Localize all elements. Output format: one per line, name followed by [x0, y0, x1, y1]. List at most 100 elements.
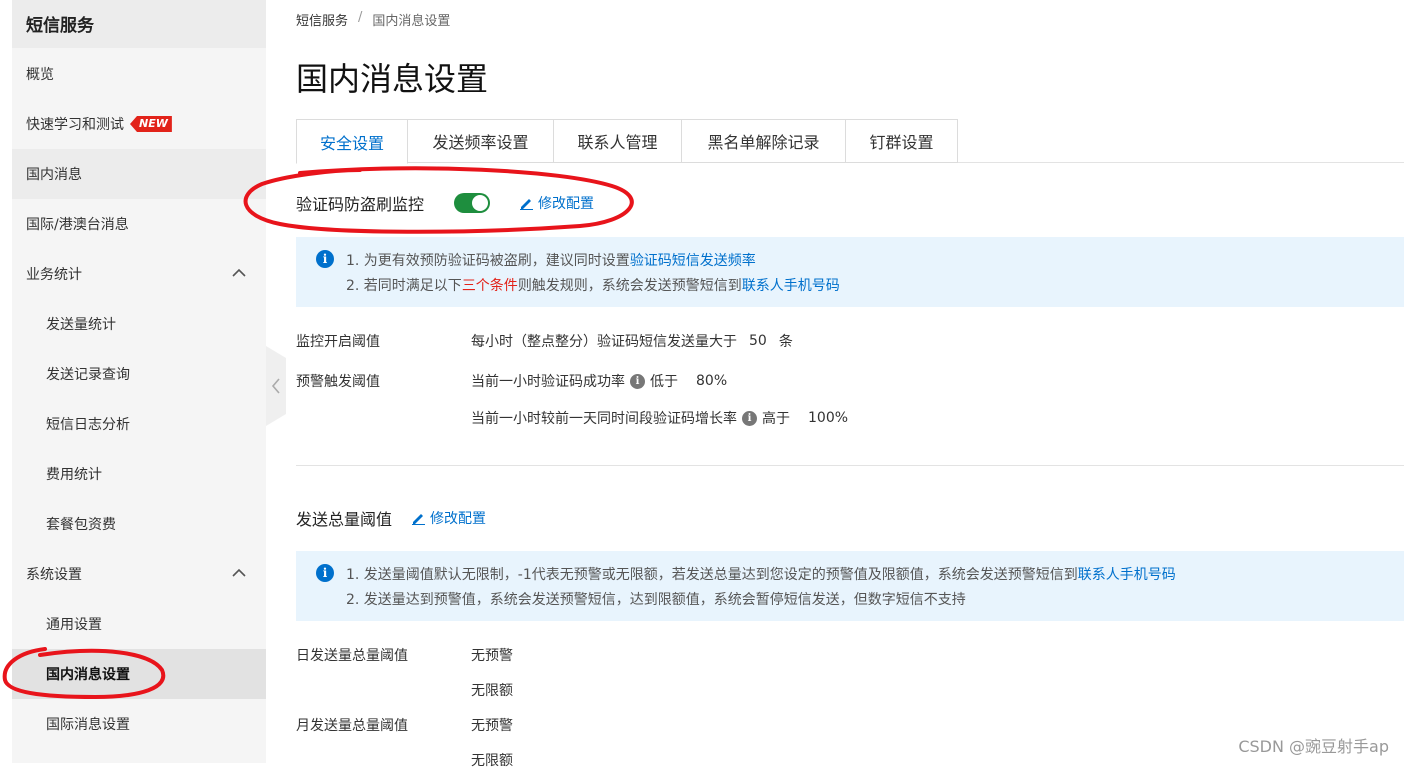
- tab-dingtalk-group[interactable]: 钉群设置: [846, 119, 958, 163]
- sidebar-item-sms-log-analysis[interactable]: 短信日志分析: [12, 399, 266, 449]
- edit-config-link[interactable]: 修改配置: [412, 508, 486, 528]
- sidebar-item-cost-stats[interactable]: 费用统计: [12, 449, 266, 499]
- sidebar-title: 短信服务: [12, 0, 266, 48]
- tab-blacklist-records[interactable]: 黑名单解除记录: [682, 119, 846, 163]
- monitor-threshold-value: 每小时（整点整分）验证码短信发送量大于 50 条: [471, 331, 793, 351]
- tab-label: 黑名单解除记录: [707, 133, 820, 152]
- breadcrumb-separator: /: [358, 10, 363, 25]
- total-threshold-notice: i 1. 发送量阈值默认无限制，-1代表无预警或无限额，若发送总量达到您设定的预…: [296, 551, 1404, 621]
- tab-bar: 安全设置 发送频率设置 联系人管理 黑名单解除记录 钉群设置: [296, 119, 1404, 164]
- sidebar-item-international-messages[interactable]: 国际/港澳台消息: [12, 199, 266, 249]
- sidebar-item-package-pricing[interactable]: 套餐包资费: [12, 499, 266, 549]
- notice-text: 1. 发送量阈值默认无限制，-1代表无预警或无限额，若发送总量达到您设定的预警值…: [346, 567, 1078, 583]
- monitor-threshold-unit: 条: [778, 334, 793, 350]
- sidebar-item-label: 国内消息设置: [46, 667, 130, 683]
- monitor-threshold-label: 监控开启阈值: [296, 334, 380, 350]
- alert-condition-text: 当前一小时较前一天同时间段验证码增长率: [471, 411, 737, 427]
- sidebar-item-label: 费用统计: [46, 467, 102, 483]
- tab-label: 发送频率设置: [432, 133, 529, 152]
- contact-phone-link[interactable]: 联系人手机号码: [1078, 567, 1176, 583]
- monitor-threshold-number: 50: [749, 333, 767, 349]
- breadcrumb-current: 国内消息设置: [372, 14, 451, 29]
- captcha-frequency-link[interactable]: 验证码短信发送频率: [630, 253, 756, 269]
- tab-label: 安全设置: [319, 133, 384, 153]
- sidebar-item-label: 快速学习和测试: [26, 117, 124, 133]
- notice-line-2: 2. 发送量达到预警值，系统会发送预警短信，达到限额值，系统会暂停短信发送，但数…: [346, 592, 966, 608]
- captcha-notice: i 1. 为更有效预防验证码被盗刷，建议同时设置验证码短信发送频率 2. 若同时…: [296, 237, 1404, 307]
- monthly-threshold-label: 月发送量总量阈值: [296, 718, 408, 734]
- section-title: 验证码防盗刷监控: [296, 195, 425, 214]
- chevron-up-icon: [232, 568, 246, 577]
- sidebar-item-label: 业务统计: [26, 267, 82, 283]
- sidebar: 短信服务 概览 快速学习和测试 NEW 国内消息 国际/港澳台消息 业务统计 发…: [0, 0, 266, 763]
- edit-config-label: 修改配置: [538, 196, 595, 212]
- notice-text: 1. 为更有效预防验证码被盗刷，建议同时设置: [346, 253, 630, 269]
- sidebar-item-general-settings[interactable]: 通用设置: [12, 599, 266, 649]
- info-icon[interactable]: i: [742, 410, 757, 426]
- info-icon: i: [316, 250, 334, 268]
- tab-label: 钉群设置: [869, 133, 934, 152]
- section-title: 发送总量阈值: [296, 510, 393, 529]
- watermark: CSDN @豌豆射手ap: [1238, 737, 1389, 756]
- pencil-icon: [520, 198, 534, 210]
- monitor-threshold-text: 每小时（整点整分）验证码短信发送量大于: [471, 334, 737, 350]
- total-threshold-header: 发送总量阈值 修改配置: [296, 506, 486, 530]
- sidebar-item-label: 概览: [26, 67, 54, 83]
- tab-contacts[interactable]: 联系人管理: [554, 119, 682, 163]
- sidebar-item-quick-start[interactable]: 快速学习和测试 NEW: [12, 99, 266, 149]
- sidebar-item-label: 短信日志分析: [46, 417, 130, 433]
- sidebar-left-strip: [0, 0, 12, 763]
- page-title: 国内消息设置: [296, 60, 489, 98]
- chevron-left-icon: [271, 378, 280, 394]
- sidebar-item-overview[interactable]: 概览: [12, 49, 266, 99]
- sidebar-item-label: 国际/港澳台消息: [26, 217, 129, 233]
- toggle-knob: [472, 195, 489, 211]
- tab-send-frequency[interactable]: 发送频率设置: [408, 119, 554, 163]
- alert-comparator: 高于: [762, 411, 790, 427]
- sidebar-collapse-handle[interactable]: [266, 346, 286, 426]
- alert-growth-rate: 当前一小时较前一天同时间段验证码增长率 i 高于 100%: [471, 408, 848, 428]
- contact-phone-link[interactable]: 联系人手机号码: [742, 278, 840, 294]
- sidebar-item-label: 国内消息: [26, 167, 82, 183]
- alert-comparator: 低于: [650, 374, 678, 390]
- sidebar-item-label: 通用设置: [46, 617, 102, 633]
- sidebar-item-label: 发送记录查询: [46, 367, 130, 383]
- alert-threshold-label: 预警触发阈值: [296, 374, 380, 390]
- edit-config-label: 修改配置: [430, 511, 487, 527]
- daily-threshold-label: 日发送量总量阈值: [296, 648, 408, 664]
- section-divider: [296, 465, 1404, 466]
- sidebar-group-business-stats[interactable]: 业务统计: [12, 249, 266, 299]
- notice-line-1: 1. 发送量阈值默认无限制，-1代表无预警或无限额，若发送总量达到您设定的预警值…: [346, 563, 1404, 588]
- sidebar-item-send-record-query[interactable]: 发送记录查询: [12, 349, 266, 399]
- breadcrumb-root[interactable]: 短信服务: [296, 10, 348, 29]
- sidebar-item-label: 发送量统计: [46, 317, 116, 333]
- sidebar-item-domestic-settings[interactable]: 国内消息设置: [12, 649, 266, 699]
- notice-text: 2. 若同时满足以下: [346, 278, 462, 294]
- alert-value: 100%: [808, 410, 849, 426]
- sidebar-item-domestic-messages[interactable]: 国内消息: [12, 149, 266, 199]
- notice-text: 则触发规则，系统会发送预警短信到: [517, 278, 742, 294]
- sidebar-item-label: 套餐包资费: [46, 517, 116, 533]
- main-content: 短信服务 / 国内消息设置 国内消息设置 安全设置 发送频率设置 联系人管理 黑…: [296, 0, 1404, 769]
- pencil-icon: [412, 513, 426, 525]
- monthly-warning-value: 无预警: [471, 718, 513, 734]
- edit-config-link[interactable]: 修改配置: [520, 193, 594, 213]
- alert-value: 80%: [696, 373, 728, 389]
- sidebar-item-international-settings[interactable]: 国际消息设置: [12, 699, 266, 749]
- sidebar-group-system-settings[interactable]: 系统设置: [12, 549, 266, 599]
- sidebar-item-send-volume-stats[interactable]: 发送量统计: [12, 299, 266, 349]
- daily-limit-value: 无限额: [471, 683, 513, 699]
- tab-security-settings[interactable]: 安全设置: [296, 119, 408, 164]
- alert-condition-text: 当前一小时验证码成功率: [471, 374, 625, 390]
- notice-line-2: 2. 若同时满足以下三个条件则触发规则，系统会发送预警短信到联系人手机号码: [346, 274, 1404, 299]
- info-icon[interactable]: i: [630, 373, 645, 389]
- three-conditions-text: 三个条件: [461, 278, 518, 294]
- captcha-monitor-toggle[interactable]: [454, 193, 491, 213]
- monthly-limit-value: 无限额: [471, 753, 513, 769]
- sidebar-item-label: 系统设置: [26, 567, 82, 583]
- chevron-up-icon: [232, 268, 246, 277]
- sidebar-item-label: 国际消息设置: [46, 717, 130, 733]
- breadcrumb: 短信服务 / 国内消息设置: [296, 10, 450, 29]
- tab-label: 联系人管理: [577, 133, 658, 152]
- new-badge: NEW: [130, 116, 172, 132]
